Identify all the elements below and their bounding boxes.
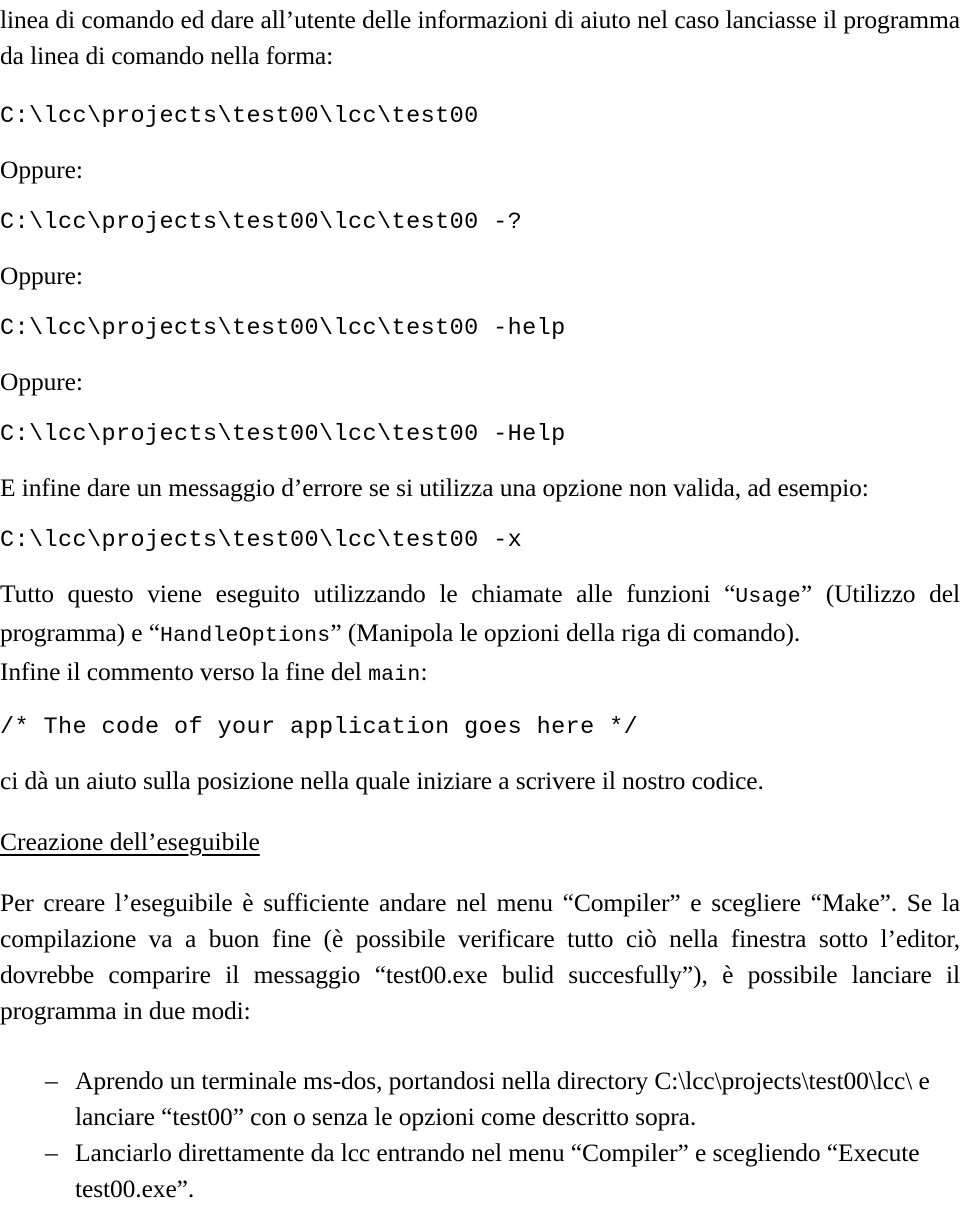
label-oppure-1: Oppure: <box>0 155 83 184</box>
functions-paragraph-segment-3: ” (Manipola le opzioni della riga di com… <box>330 618 801 647</box>
run-modes-list: – Aprendo un terminale ms-dos, portandos… <box>0 1063 960 1207</box>
code-line-help-lower: C:\lcc\projects\test00\lcc\test00 -help <box>0 315 566 342</box>
code-line-plain: C:\lcc\projects\test00\lcc\test00 <box>0 103 479 130</box>
section-heading-wrapper: Creazione dell’eseguibile <box>0 825 960 859</box>
list-item: – Lanciarlo direttamente da lcc entrando… <box>0 1135 960 1207</box>
error-intro-paragraph: E infine dare un messaggio d’errore se s… <box>0 473 869 502</box>
code-line-help-upper: C:\lcc\projects\test00\lcc\test00 -Help <box>0 421 566 448</box>
main-comment-segment-1: Infine il commento verso la fine del <box>0 657 369 686</box>
inline-code-handleoptions: HandleOptions <box>160 624 331 648</box>
list-item-line-2: lanciare “test00” con o senza le opzioni… <box>75 1102 697 1131</box>
main-comment-line: Infine il commento verso la fine del mai… <box>0 654 960 693</box>
main-comment-segment-2: : <box>420 657 428 686</box>
dash-bullet-icon: – <box>45 1066 58 1095</box>
list-item-line-1: Lanciarlo direttamente da lcc entrando n… <box>75 1138 920 1167</box>
code-line-invalid-option: C:\lcc\projects\test00\lcc\test00 -x <box>0 527 523 554</box>
document-page: linea di comando ed dare all’utente dell… <box>0 2 960 1207</box>
section-heading: Creazione dell’eseguibile <box>0 827 260 856</box>
code-line-application-comment: /* The code of your application goes her… <box>0 714 639 741</box>
list-item: – Aprendo un terminale ms-dos, portandos… <box>0 1063 960 1135</box>
dash-bullet-icon: – <box>45 1138 58 1167</box>
functions-paragraph-segment-1: Tutto questo viene eseguito utilizzando … <box>0 579 736 608</box>
code-comment-note: ci dà un aiuto sulla posizione nella qua… <box>0 766 764 795</box>
label-oppure-2: Oppure: <box>0 261 83 290</box>
inline-code-usage: Usage <box>735 585 801 609</box>
functions-paragraph: Tutto questo viene eseguito utilizzando … <box>0 576 960 654</box>
label-oppure-3: Oppure: <box>0 367 83 396</box>
list-item-line-2: test00.exe”. <box>75 1174 195 1203</box>
code-line-question: C:\lcc\projects\test00\lcc\test00 -? <box>0 209 523 236</box>
intro-paragraph: linea di comando ed dare all’utente dell… <box>0 5 960 70</box>
inline-code-main: main <box>368 663 421 687</box>
list-item-text: Aprendo un terminale ms-dos, portandosi … <box>75 1063 960 1135</box>
list-item-text: Lanciarlo direttamente da lcc entrando n… <box>75 1135 960 1207</box>
build-instructions-paragraph: Per creare l’eseguibile è sufficiente an… <box>0 888 960 1025</box>
list-item-line-1: Aprendo un terminale ms-dos, portandosi … <box>75 1066 930 1095</box>
